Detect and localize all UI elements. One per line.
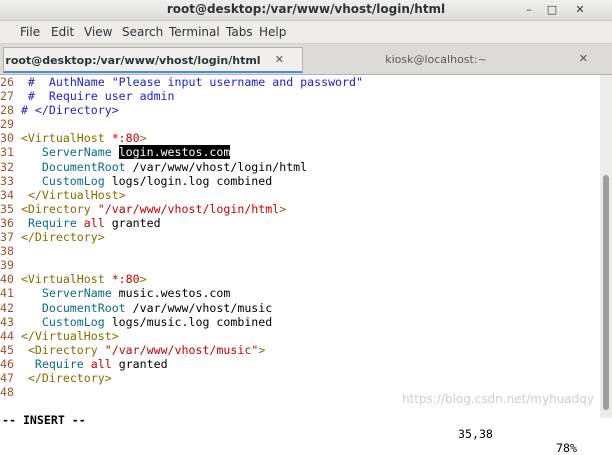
editor-line: 41 ServerName music.westos.com [0,286,231,301]
title-bar: root@desktop:/var/www/vhost/login/html –… [0,0,612,21]
terminal-content[interactable]: 26 # AuthName "Please input username and… [0,75,600,418]
editor-line: 38 [0,244,14,259]
minimize-button[interactable]: – [520,1,538,19]
editor-line: 34 </VirtualHost> [0,187,126,202]
menu-tabs[interactable]: Tabs [226,25,253,39]
vim-mode-indicator: -- INSERT -- [2,413,86,427]
editor-line: 39 [0,258,14,273]
menu-search[interactable]: Search [122,25,163,39]
editor-line: 46 Require all granted [0,356,168,371]
editor-line: 42 DocumentRoot /var/www/vhost/music [0,300,273,315]
editor-line: 35 <Directory "/var/www/vhost/login/html… [0,201,287,216]
scroll-thumb[interactable] [603,175,609,410]
close-tab-icon[interactable]: ✕ [275,53,284,66]
menu-view[interactable]: View [84,25,112,39]
editor-line: 33 CustomLog logs/login.log combined [0,173,273,188]
editor-line: 44 </VirtualHost> [0,328,119,343]
editor-line: 43 CustomLog logs/music.log combined [0,314,273,329]
editor-line: 26 # AuthName "Please input username and… [0,75,363,89]
watermark: https://blog.csdn.net/myhuadqy [401,392,594,406]
editor-line: 29 [0,117,14,132]
scroll-percent: 78% [556,441,577,455]
editor-line: 37 </Directory> [0,230,105,245]
editor-line: 36 Require all granted [0,215,161,230]
tab-label: kiosk@localhost:~ [385,53,487,66]
editor-line: 28 # </Directory> [0,103,119,118]
editor-line: 40 <VirtualHost *:80> [0,272,147,287]
tab-label: root@desktop:/var/www/vhost/login/html [5,54,261,67]
editor-line: 47 </Directory> [0,370,112,385]
close-tab-icon[interactable]: ✕ [579,52,588,65]
close-window-button[interactable]: ✕ [571,1,589,19]
cursor-position: 35,38 [458,427,493,441]
menu-terminal[interactable]: Terminal [169,25,220,39]
terminal-scrollbar[interactable] [600,75,612,418]
editor-lines: 26 # AuthName "Please input username and… [0,75,600,399]
editor-line: 27 # Require user admin [0,89,175,104]
tab-bar: root@desktop:/var/www/vhost/login/html ✕… [0,44,612,75]
menu-bar: File Edit View Search Terminal Tabs Help [0,21,612,44]
menu-help[interactable]: Help [259,25,286,39]
editor-line: 31 ServerName login.westos.com [0,145,231,160]
maximize-button[interactable]: □ [543,1,561,19]
menu-edit[interactable]: Edit [51,25,74,39]
editor-line: 32 DocumentRoot /var/www/vhost/login/htm… [0,159,308,174]
tab-root-desktop[interactable]: root@desktop:/var/www/vhost/login/html ✕ [3,47,303,73]
editor-line: 30 <VirtualHost *:80> [0,131,147,146]
editor-line: 45 <Directory "/var/www/vhost/music"> [0,342,266,357]
tab-kiosk-localhost[interactable]: kiosk@localhost:~ ✕ [306,47,606,73]
menu-file[interactable]: File [20,25,40,39]
